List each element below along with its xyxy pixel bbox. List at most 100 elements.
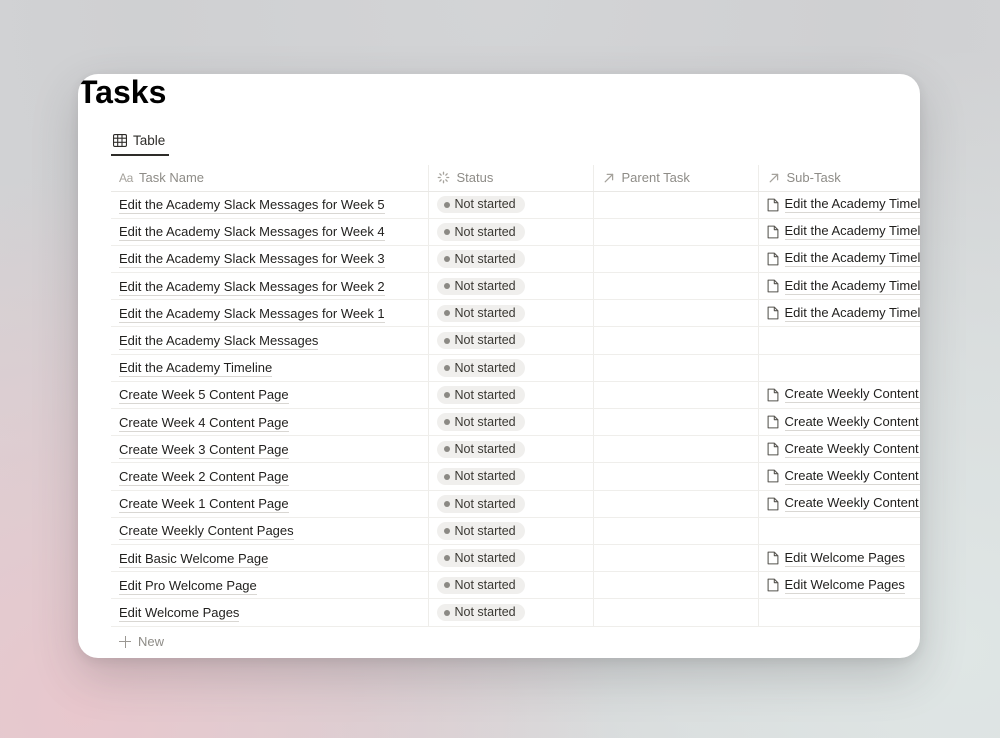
- cell-task-name[interactable]: Edit the Academy Timeline: [111, 354, 429, 382]
- relation-chip[interactable]: Edit the Academy Timeline: [767, 223, 920, 241]
- table-row[interactable]: Edit Pro Welcome Page Not started Edit Wel…: [111, 571, 921, 600]
- cell-task-name[interactable]: Edit Pro Welcome Page: [111, 571, 429, 600]
- table-row[interactable]: Create Week 2 Content Page Not started Cre…: [111, 462, 920, 491]
- cell-task-name[interactable]: Edit the Academy Slack Messages: [111, 326, 429, 355]
- cell-sub-task[interactable]: Create Weekly Content Pages: [758, 490, 920, 518]
- new-row-button[interactable]: New: [111, 627, 920, 657]
- cell-status[interactable]: Not started: [428, 571, 594, 600]
- relation-chip[interactable]: Create Weekly Content Pages: [767, 495, 920, 513]
- cell-task-name[interactable]: Create Week 4 Content Page: [111, 408, 429, 437]
- cell-status[interactable]: Not started: [428, 435, 594, 464]
- table-row[interactable]: Edit the Academy Slack Messages for Week…: [111, 245, 920, 274]
- cell-parent-task[interactable]: [593, 462, 759, 491]
- cell-status[interactable]: Not started: [428, 326, 594, 355]
- table-row[interactable]: Edit Welcome Pages Not started: [111, 598, 920, 627]
- table-scroll-region[interactable]: Aa Task Name Status Parent Task Sub-Task…: [78, 165, 920, 627]
- cell-parent-task[interactable]: [593, 299, 759, 328]
- cell-status[interactable]: Not started: [428, 381, 594, 410]
- cell-status[interactable]: Not started: [428, 408, 594, 437]
- cell-sub-task[interactable]: Edit the Academy Timeline: [758, 191, 920, 219]
- column-header-status[interactable]: Status: [428, 165, 594, 192]
- cell-status[interactable]: Not started: [428, 272, 594, 301]
- cell-parent-task[interactable]: [593, 381, 759, 410]
- cell-parent-task[interactable]: [593, 218, 759, 246]
- table-row[interactable]: Create Week 1 Content Page Not started Cre…: [111, 490, 920, 518]
- cell-task-name[interactable]: Create Weekly Content Pages: [111, 517, 429, 545]
- cell-sub-task[interactable]: Edit the Academy Timeline: [758, 299, 920, 328]
- cell-task-name[interactable]: Create Week 1 Content Page: [111, 490, 429, 518]
- table-row[interactable]: Edit Basic Welcome Page Not started Edit W…: [111, 544, 921, 573]
- cell-sub-task[interactable]: Create Weekly Content Pages: [758, 435, 920, 464]
- tasks-table: Aa Task Name Status Parent Task Sub-Task…: [111, 165, 920, 627]
- tab-table[interactable]: Table: [111, 133, 170, 156]
- cell-task-name[interactable]: Create Week 2 Content Page: [111, 462, 429, 491]
- cell-status[interactable]: Not started: [428, 354, 594, 382]
- relation-chip[interactable]: Create Weekly Content Pages: [767, 468, 920, 485]
- cell-status[interactable]: Not started: [428, 462, 594, 491]
- cell-parent-task[interactable]: [593, 517, 759, 545]
- cell-parent-task[interactable]: [593, 272, 759, 301]
- cell-parent-task[interactable]: [593, 598, 759, 627]
- relation-chip[interactable]: Edit Welcome Pages: [767, 550, 921, 567]
- cell-task-name[interactable]: Edit the Academy Slack Messages for Week…: [111, 299, 429, 328]
- table-row[interactable]: Edit the Academy Slack Messages for Week…: [111, 299, 920, 328]
- cell-task-name[interactable]: Edit Welcome Pages: [111, 598, 429, 627]
- relation-chip[interactable]: Edit the Academy Timeline: [767, 305, 920, 322]
- cell-sub-task[interactable]: Edit the Academy Timeline: [758, 272, 920, 301]
- table-row[interactable]: Edit the Academy Slack Messages for Week…: [111, 272, 920, 301]
- cell-sub-task[interactable]: Edit the Academy Timeline: [758, 245, 920, 274]
- cell-status[interactable]: Not started: [428, 245, 594, 274]
- cell-status[interactable]: Not started: [428, 517, 594, 545]
- cell-parent-task[interactable]: [593, 245, 759, 274]
- cell-task-name[interactable]: Edit Basic Welcome Page: [111, 544, 429, 573]
- relation-chip[interactable]: Edit the Academy Timeline: [767, 278, 920, 295]
- cell-task-name[interactable]: Edit the Academy Slack Messages for Week…: [111, 272, 429, 301]
- table-row[interactable]: Create Week 4 Content Page Not started Cre…: [111, 408, 920, 437]
- cell-status[interactable]: Not started: [428, 191, 594, 219]
- relation-chip[interactable]: Edit the Academy Timeline: [767, 250, 920, 268]
- column-header-parent-task[interactable]: Parent Task: [593, 165, 759, 192]
- cell-parent-task[interactable]: [593, 490, 759, 518]
- table-row[interactable]: Edit the Academy Slack Messages Not start…: [111, 326, 920, 355]
- table-row[interactable]: Create Week 3 Content Page Not started Cre…: [111, 435, 920, 464]
- relation-chip[interactable]: Create Weekly Content Pages: [767, 441, 920, 458]
- table-row[interactable]: Edit the Academy Slack Messages for Week…: [111, 191, 920, 219]
- relation-chip[interactable]: Edit Welcome Pages: [767, 577, 921, 594]
- cell-sub-task[interactable]: Create Weekly Content Pages: [758, 408, 920, 437]
- cell-parent-task[interactable]: [593, 544, 759, 573]
- cell-parent-task[interactable]: [593, 408, 759, 437]
- cell-sub-task[interactable]: Create Weekly Content Pages: [758, 381, 920, 410]
- cell-sub-task[interactable]: [758, 517, 920, 545]
- column-header-task-name[interactable]: Aa Task Name: [111, 165, 429, 192]
- cell-parent-task[interactable]: [593, 191, 759, 219]
- cell-status[interactable]: Not started: [428, 598, 594, 627]
- cell-task-name[interactable]: Edit the Academy Slack Messages for Week…: [111, 191, 429, 219]
- cell-sub-task[interactable]: Edit the Academy Timeline: [758, 218, 920, 246]
- cell-parent-task[interactable]: [593, 571, 759, 600]
- cell-sub-task[interactable]: Edit Welcome Pages: [758, 571, 921, 600]
- table-row[interactable]: Edit the Academy Slack Messages for Week…: [111, 218, 920, 246]
- table-row[interactable]: Create Week 5 Content Page Not started Cre…: [111, 381, 920, 410]
- relation-chip[interactable]: Edit the Academy Timeline: [767, 196, 920, 214]
- table-row[interactable]: Edit the Academy Timeline Not started: [111, 354, 920, 382]
- cell-sub-task[interactable]: Create Weekly Content Pages: [758, 462, 920, 491]
- cell-task-name[interactable]: Edit the Academy Slack Messages for Week…: [111, 218, 429, 246]
- cell-sub-task[interactable]: [758, 326, 920, 355]
- cell-parent-task[interactable]: [593, 326, 759, 355]
- cell-status[interactable]: Not started: [428, 544, 594, 573]
- cell-task-name[interactable]: Create Week 5 Content Page: [111, 381, 429, 410]
- cell-sub-task[interactable]: [758, 354, 920, 382]
- table-row[interactable]: Create Weekly Content Pages Not started: [111, 517, 920, 545]
- relation-chip[interactable]: Create Weekly Content Pages: [767, 386, 920, 404]
- cell-status[interactable]: Not started: [428, 490, 594, 518]
- cell-status[interactable]: Not started: [428, 218, 594, 246]
- cell-parent-task[interactable]: [593, 354, 759, 382]
- cell-parent-task[interactable]: [593, 435, 759, 464]
- cell-task-name[interactable]: Create Week 3 Content Page: [111, 435, 429, 464]
- column-header-sub-task[interactable]: Sub-Task: [758, 165, 920, 192]
- cell-sub-task[interactable]: Edit Welcome Pages: [758, 544, 921, 573]
- cell-status[interactable]: Not started: [428, 299, 594, 328]
- cell-task-name[interactable]: Edit the Academy Slack Messages for Week…: [111, 245, 429, 274]
- relation-chip[interactable]: Create Weekly Content Pages: [767, 414, 920, 431]
- cell-sub-task[interactable]: [758, 598, 920, 627]
